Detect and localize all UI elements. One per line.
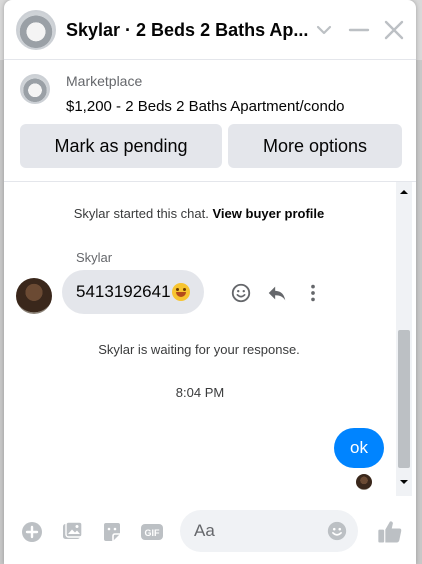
scroll-up-icon[interactable] <box>398 186 410 198</box>
view-buyer-profile-link[interactable]: View buyer profile <box>213 206 325 221</box>
svg-text:GIF: GIF <box>145 528 161 538</box>
sender-name: Skylar <box>76 250 113 265</box>
outgoing-message-text: ok <box>350 438 368 457</box>
reply-icon[interactable] <box>266 282 288 304</box>
photo-icon[interactable] <box>60 520 84 544</box>
background-page-edge <box>416 60 422 564</box>
scroll-down-icon[interactable] <box>398 476 410 488</box>
close-icon[interactable] <box>382 18 406 42</box>
sender-avatar[interactable] <box>16 278 52 314</box>
chat-window: Skylar · 2 Beds 2 Baths Ap... Marketplac… <box>4 0 416 564</box>
waiting-notice: Skylar is waiting for your response. <box>98 342 300 357</box>
incoming-message-bubble[interactable]: 5413192641 <box>62 270 204 314</box>
react-emoji-icon[interactable] <box>230 282 252 304</box>
thread-scrollbar[interactable] <box>396 182 412 496</box>
scroll-thumb[interactable] <box>398 330 410 468</box>
chat-started-text: Skylar started this chat. <box>73 206 209 221</box>
sticker-icon[interactable] <box>100 520 124 544</box>
seen-indicator-avatar <box>356 474 372 490</box>
message-composer: GIF <box>4 498 416 564</box>
gif-icon[interactable]: GIF <box>140 520 164 544</box>
listing-source: Marketplace <box>66 73 143 89</box>
more-actions-icon[interactable] <box>302 282 324 304</box>
listing-thumbnail[interactable] <box>20 74 50 104</box>
listing-avatar[interactable] <box>16 10 56 50</box>
thumbs-up-icon[interactable] <box>376 518 404 546</box>
listing-card: Marketplace $1,200 - 2 Beds 2 Baths Apar… <box>4 60 416 182</box>
outgoing-message-bubble[interactable]: ok <box>334 428 384 468</box>
listing-title[interactable]: $1,200 - 2 Beds 2 Baths Apartment/condo <box>66 98 345 115</box>
smiling-face-emoji-icon <box>171 283 190 301</box>
minimize-icon[interactable] <box>347 18 371 42</box>
mark-as-pending-button[interactable]: Mark as pending <box>20 124 222 168</box>
chat-header[interactable]: Skylar · 2 Beds 2 Baths Ap... <box>4 0 416 60</box>
emoji-icon[interactable] <box>326 520 348 542</box>
plus-circle-icon[interactable] <box>20 520 44 544</box>
chat-title[interactable]: Skylar · 2 Beds 2 Baths Ap... <box>66 20 316 41</box>
incoming-message-text: 5413192641 <box>76 282 171 301</box>
more-options-button[interactable]: More options <box>228 124 402 168</box>
message-timestamp: 8:04 PM <box>175 385 225 400</box>
chat-started-notice: Skylar started this chat. View buyer pro… <box>4 206 394 221</box>
message-thread[interactable]: Skylar started this chat. View buyer pro… <box>4 182 416 498</box>
chevron-down-icon[interactable] <box>312 18 336 42</box>
